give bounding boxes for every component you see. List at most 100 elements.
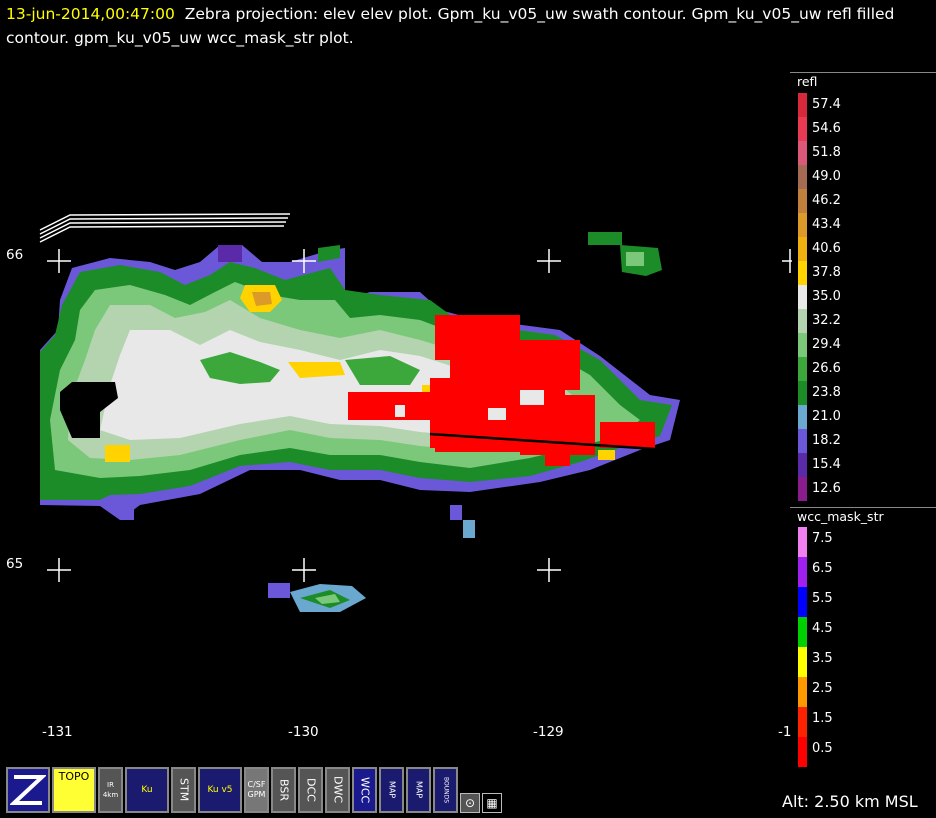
wcc-legend-item: 1.5 xyxy=(792,707,936,737)
refl-legend-swatch xyxy=(798,237,807,261)
ir-icon[interactable]: IR 4km xyxy=(98,767,123,813)
wcc-legend-item: 0.5 xyxy=(792,737,936,767)
wcc-legend-item: 2.5 xyxy=(792,677,936,707)
refl-legend-label: 12.6 xyxy=(812,481,841,496)
refl-legend-label: 18.2 xyxy=(812,433,841,448)
wcc-legend-label: 3.5 xyxy=(812,651,833,666)
refl-legend-swatch xyxy=(798,285,807,309)
bounds-icon[interactable]: BOUNDS xyxy=(433,767,458,813)
wcc-icon[interactable]: WCC xyxy=(352,767,377,813)
lon-label-130: -130 xyxy=(288,724,319,740)
lat-label-65: 65 xyxy=(6,556,24,572)
refl-legend-item: 51.8 xyxy=(792,141,936,165)
bsr-icon[interactable]: BSR xyxy=(271,767,296,813)
refl-legend-label: 21.0 xyxy=(812,409,841,424)
wcc-legend-item: 3.5 xyxy=(792,647,936,677)
refl-legend-label: 37.8 xyxy=(812,265,841,280)
refl-legend-label: 15.4 xyxy=(812,457,841,472)
ku-icon[interactable]: Ku xyxy=(125,767,169,813)
refl-legend-swatch xyxy=(798,357,807,381)
wcc-legend-swatch xyxy=(798,677,807,707)
refl-legend-label: 35.0 xyxy=(812,289,841,304)
refl-legend-swatch xyxy=(798,453,807,477)
refl-legend-item: 26.6 xyxy=(792,357,936,381)
refl-legend[interactable]: 57.4 54.6 51.8 49.0 46.2 43.4 40.6 37.8 35.0 32.2… xyxy=(792,93,936,503)
refl-legend-item: 32.2 xyxy=(792,309,936,333)
refl-legend-label: 46.2 xyxy=(812,193,841,208)
dwc-icon[interactable]: DWC xyxy=(325,767,350,813)
page-title: 13-jun-2014,00:47:00 Zebra projection: e… xyxy=(6,2,926,50)
legend-separator xyxy=(790,507,936,508)
refl-legend-item: 46.2 xyxy=(792,189,936,213)
csf-gpm-icon[interactable]: C/SF GPM xyxy=(244,767,269,813)
refl-legend-label: 26.6 xyxy=(812,361,841,376)
refl-legend-swatch xyxy=(798,309,807,333)
wcc-legend-swatch xyxy=(798,587,807,617)
topo-icon[interactable]: TOPO xyxy=(52,767,96,813)
grid-icon[interactable]: ▦ xyxy=(482,793,502,813)
refl-legend-label: 43.4 xyxy=(812,217,841,232)
refl-legend-swatch xyxy=(798,405,807,429)
wcc-legend-item: 4.5 xyxy=(792,617,936,647)
refl-legend-label: 29.4 xyxy=(812,337,841,352)
refl-legend-item: 49.0 xyxy=(792,165,936,189)
lon-label-129: -129 xyxy=(533,724,564,740)
refl-legend-label: 54.6 xyxy=(812,121,841,136)
refl-legend-swatch xyxy=(798,189,807,213)
refl-legend-item: 21.0 xyxy=(792,405,936,429)
refl-legend-label: 57.4 xyxy=(812,97,841,112)
wcc-legend-label: 6.5 xyxy=(812,561,833,576)
refl-legend-label: 23.8 xyxy=(812,385,841,400)
altitude-readout: Alt: 2.50 km MSL xyxy=(782,792,918,811)
refl-legend-item: 12.6 xyxy=(792,477,936,501)
wcc-legend-label: 0.5 xyxy=(812,741,833,756)
dcc-icon[interactable]: DCC xyxy=(298,767,323,813)
lon-label-128: -128 xyxy=(778,724,792,740)
wcc-legend-label: 2.5 xyxy=(812,681,833,696)
lat-label-66: 66 xyxy=(6,247,24,263)
wcc-legend-title: wcc_mask_str xyxy=(797,509,884,524)
zebra-logo-icon[interactable] xyxy=(6,767,50,813)
wcc-legend-swatch xyxy=(798,737,807,767)
wcc-legend-label: 7.5 xyxy=(812,531,833,546)
wcc-legend-item: 7.5 xyxy=(792,527,936,557)
wcc-legend-swatch xyxy=(798,707,807,737)
refl-legend-label: 49.0 xyxy=(812,169,841,184)
wcc-legend-swatch xyxy=(798,617,807,647)
refl-legend-item: 54.6 xyxy=(792,117,936,141)
wcc-legend-swatch xyxy=(798,647,807,677)
refl-legend-item: 18.2 xyxy=(792,429,936,453)
refl-legend-swatch xyxy=(798,93,807,117)
refl-legend-label: 40.6 xyxy=(812,241,841,256)
icon-toolbar: TOPO IR 4km Ku STM Ku v5 C/SF GPM BSR DC… xyxy=(6,767,502,815)
wcc-legend[interactable]: 7.5 6.5 5.5 4.5 3.5 2.5 1.5 0.5 xyxy=(792,527,936,767)
refl-legend-item: 37.8 xyxy=(792,261,936,285)
refl-legend-swatch xyxy=(798,381,807,405)
stm-icon[interactable]: STM xyxy=(171,767,196,813)
swath-contour xyxy=(39,213,291,243)
refl-legend-item: 40.6 xyxy=(792,237,936,261)
wcc-legend-label: 5.5 xyxy=(812,591,833,606)
refl-legend-swatch xyxy=(798,333,807,357)
refl-legend-item: 43.4 xyxy=(792,213,936,237)
ku-v5-icon[interactable]: Ku v5 xyxy=(198,767,242,813)
wcc-legend-label: 4.5 xyxy=(812,621,833,636)
wcc-legend-swatch xyxy=(798,557,807,587)
refl-legend-title: refl xyxy=(797,74,818,89)
refl-legend-item: 23.8 xyxy=(792,381,936,405)
refl-legend-swatch xyxy=(798,117,807,141)
refl-legend-swatch xyxy=(798,477,807,501)
refl-legend-item: 29.4 xyxy=(792,333,936,357)
map2-icon[interactable]: MAP xyxy=(406,767,431,813)
map-icon[interactable]: MAP xyxy=(379,767,404,813)
refl-legend-swatch xyxy=(798,261,807,285)
refl-legend-item: 57.4 xyxy=(792,93,936,117)
lon-label-131: -131 xyxy=(42,724,73,740)
wcc-legend-item: 6.5 xyxy=(792,557,936,587)
small-tool-icons: ⊙ ▦ xyxy=(460,767,502,815)
refl-legend-swatch xyxy=(798,141,807,165)
refl-legend-swatch xyxy=(798,429,807,453)
refl-legend-item: 15.4 xyxy=(792,453,936,477)
timestamp: 13-jun-2014,00:47:00 xyxy=(6,5,175,23)
target-icon[interactable]: ⊙ xyxy=(460,793,480,813)
